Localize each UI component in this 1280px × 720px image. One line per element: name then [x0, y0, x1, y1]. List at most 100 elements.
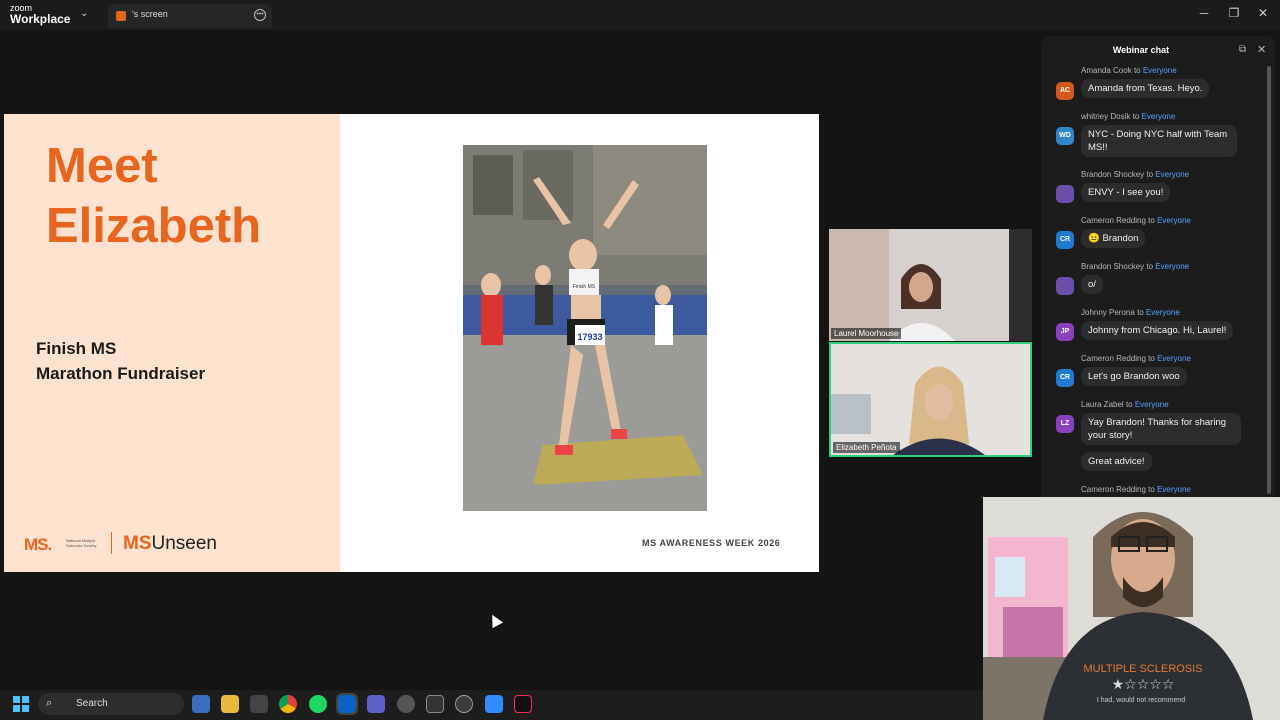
calculator-icon[interactable]	[250, 695, 268, 713]
recipient-link[interactable]: Everyone	[1135, 400, 1169, 409]
app-icon[interactable]	[397, 695, 415, 713]
close-window-button[interactable]: ✕	[1253, 6, 1273, 20]
windows-start-icon[interactable]	[13, 696, 29, 712]
message-bubble: Yay Brandon! Thanks for sharing your sto…	[1081, 413, 1241, 445]
more-options-icon[interactable]: •••	[254, 9, 266, 21]
to-label: to	[1133, 66, 1141, 75]
sender-name: Amanda Cook	[1081, 66, 1132, 75]
message-sender: whitney Dosik to Everyone	[1081, 112, 1175, 121]
message-bubble: Let's go Brandon woo	[1081, 367, 1187, 386]
avatar[interactable]: CR	[1056, 231, 1074, 249]
to-label: to	[1125, 400, 1133, 409]
sender-name: whitney Dosik	[1081, 112, 1131, 121]
file-explorer-icon[interactable]	[221, 695, 239, 713]
recipient-link[interactable]: Everyone	[1155, 262, 1189, 271]
to-label: to	[1137, 308, 1144, 317]
slide-title-line2: Elizabeth	[46, 199, 262, 253]
message-bubble: NYC - Doing NYC half with Team MS!!	[1081, 125, 1237, 157]
msunseen-logo: MSUnseen	[123, 533, 217, 555]
terminal-icon[interactable]	[426, 695, 444, 713]
participant-video-laurel[interactable]: Laurel Moorhouse	[829, 229, 1032, 341]
sender-name: Laura Zabel	[1081, 400, 1124, 409]
message-sender: Cameron Redding to Everyone	[1081, 354, 1191, 363]
recipient-link[interactable]: Everyone	[1157, 216, 1191, 225]
message-bubble: o/	[1081, 275, 1103, 294]
message-sender: Brandon Shockey to Everyone	[1081, 262, 1189, 271]
slide-footer: MS AWARENESS WEEK 2026	[642, 538, 781, 548]
chrome-icon[interactable]	[279, 695, 297, 713]
to-label: to	[1132, 112, 1140, 121]
to-label: to	[1146, 262, 1154, 271]
recipient-link[interactable]: Everyone	[1157, 485, 1191, 494]
close-icon[interactable]: ✕	[1257, 43, 1266, 56]
sender-name: Cameron Redding	[1081, 354, 1146, 363]
sender-name: Brandon Shockey	[1081, 170, 1145, 179]
widgets-icon[interactable]	[192, 695, 210, 713]
avatar[interactable]: JP	[1056, 323, 1074, 341]
avatar[interactable]: WD	[1056, 127, 1074, 145]
logo-line2: Workplace	[10, 12, 71, 26]
spotify-icon[interactable]	[309, 695, 327, 713]
runner-photo: 17933 Finish MS	[463, 145, 707, 511]
logo-divider	[111, 532, 112, 554]
slide-subtitle: Finish MS Marathon Fundraiser	[36, 336, 205, 386]
popout-icon[interactable]: ⧉	[1239, 44, 1246, 55]
message-bubble: Great advice!	[1081, 452, 1152, 471]
ms-society-logo: MS.	[24, 535, 52, 554]
slide-title-line1: Meet	[46, 139, 158, 193]
runner-illustration: 17933 Finish MS	[463, 145, 707, 511]
sender-name: Cameron Redding	[1081, 216, 1146, 225]
mouse-cursor-icon	[486, 611, 504, 629]
shared-slide: Meet Elizabeth Finish MS Marathon Fundra…	[4, 114, 819, 572]
message-bubble: 😐 Brandon	[1081, 229, 1146, 248]
shirt-text: MULTIPLE SCLEROSIS	[1084, 663, 1203, 675]
avatar[interactable]: LZ	[1056, 415, 1074, 433]
tiktok-icon[interactable]	[514, 695, 532, 713]
ms-society-name: National Multiple Sclerosis Society	[66, 538, 97, 548]
slide-subtitle-line2: Marathon Fundraiser	[36, 364, 206, 383]
outlook-icon[interactable]	[336, 693, 358, 715]
unseen-prefix: MS	[123, 533, 152, 554]
webcam-overlay: MULTIPLE SCLEROSIS I had, would not reco…	[983, 497, 1280, 720]
chat-title: Webinar chat	[1112, 45, 1170, 55]
avatar[interactable]: CR	[1056, 369, 1074, 387]
zoom-icon[interactable]	[485, 695, 503, 713]
participant-name: Laurel Moorhouse	[831, 328, 902, 339]
taskbar-search-box[interactable]	[38, 693, 184, 715]
avatar[interactable]: AC	[1056, 82, 1074, 100]
shirt-text: Finish MS	[573, 284, 596, 290]
chevron-down-icon[interactable]: ⌄	[80, 8, 88, 19]
avatar[interactable]	[1056, 185, 1074, 203]
message-sender: Brandon Shockey to Everyone	[1081, 170, 1189, 179]
avatar[interactable]	[1056, 277, 1074, 295]
recipient-link[interactable]: Everyone	[1146, 308, 1180, 317]
to-label: to	[1146, 170, 1154, 179]
recipient-link[interactable]: Everyone	[1155, 170, 1189, 179]
teams-icon[interactable]	[367, 695, 385, 713]
share-screen-icon	[116, 11, 126, 21]
chat-scrollbar[interactable]	[1267, 66, 1271, 494]
to-label: to	[1148, 354, 1155, 363]
search-icon: ⌕	[46, 697, 53, 709]
sender-name: Brandon Shockey	[1081, 262, 1145, 271]
media-player-icon[interactable]	[455, 695, 473, 713]
to-label: to	[1148, 485, 1155, 494]
participant-video-elizabeth[interactable]: Elizabeth Peñota	[829, 342, 1032, 457]
recipient-link[interactable]: Everyone	[1157, 354, 1191, 363]
restore-button[interactable]: ❐	[1224, 6, 1244, 20]
tab-label: 's screen	[132, 9, 168, 19]
webcam-feed: MULTIPLE SCLEROSIS I had, would not reco…	[983, 497, 1280, 720]
video-feed-2	[831, 344, 1030, 455]
message-sender: Cameron Redding to Everyone	[1081, 485, 1191, 494]
star-icons: ★☆☆☆☆	[1112, 677, 1175, 693]
search-label: Search	[76, 698, 108, 709]
bib-number: 17933	[577, 332, 602, 342]
message-sender: Laura Zabel to Everyone	[1081, 400, 1169, 409]
recipient-link[interactable]: Everyone	[1143, 66, 1177, 75]
message-bubble: Johnny from Chicago. Hi, Laurel!	[1081, 321, 1234, 340]
zoom-logo[interactable]: zoom Workplace	[10, 4, 70, 26]
minimize-button[interactable]: ─	[1194, 6, 1214, 20]
recipient-link[interactable]: Everyone	[1142, 112, 1176, 121]
message-sender: Amanda Cook to Everyone	[1081, 66, 1177, 75]
message-bubble: ENVY - I see you!	[1081, 183, 1171, 202]
